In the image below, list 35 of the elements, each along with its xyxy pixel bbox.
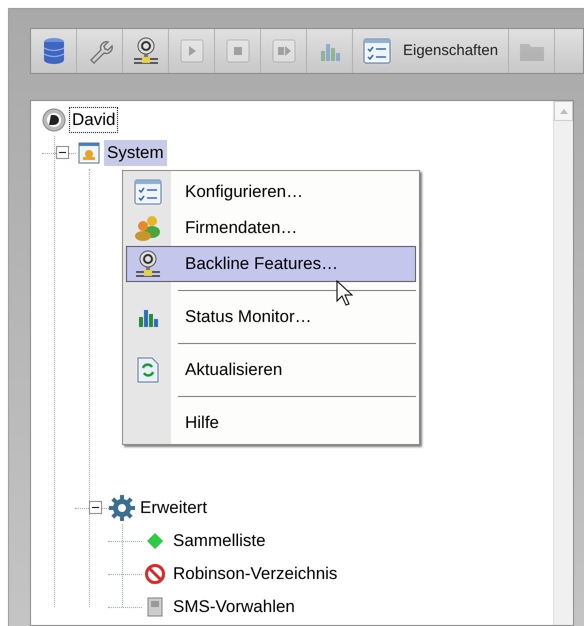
up-arrow-icon <box>560 108 568 114</box>
checklist-icon <box>134 179 162 205</box>
d-logo-icon <box>42 108 66 132</box>
menu-item[interactable]: Hilfe <box>126 405 416 441</box>
tree-item[interactable]: Robinson-Verzeichnis <box>170 560 340 586</box>
window-icon <box>78 142 100 164</box>
tree-item[interactable]: SMS-Vorwahlen <box>170 594 298 620</box>
scroll-up-button[interactable] <box>554 101 573 121</box>
phone-icon <box>146 596 164 616</box>
mouse-cursor-icon <box>336 280 354 306</box>
diamond-icon <box>145 530 165 550</box>
menu-item[interactable]: Konfigurieren… <box>126 174 416 210</box>
scrollbar[interactable] <box>553 101 573 625</box>
collapse-icon[interactable] <box>56 146 68 159</box>
tree-item[interactable]: David <box>69 106 118 132</box>
database-icon <box>42 37 66 65</box>
collapse-icon[interactable] <box>88 501 102 514</box>
people-icon <box>134 215 162 241</box>
menu-item[interactable]: Firmendaten… <box>126 210 416 246</box>
backline-icon <box>135 250 161 278</box>
properties-button[interactable]: Eigenschaften <box>353 29 510 73</box>
menu-item[interactable]: Status Monitor… <box>126 299 416 335</box>
menu-item[interactable]: Backline Features… <box>126 246 416 282</box>
menu-item[interactable]: Aktualisieren <box>126 352 416 388</box>
play-icon <box>180 39 204 63</box>
gear-icon <box>108 494 136 522</box>
no-entry-icon <box>144 562 166 584</box>
tree-item[interactable]: Erweitert <box>137 494 210 520</box>
tree-item[interactable]: Sammelliste <box>170 528 269 554</box>
tree-item[interactable]: System <box>104 140 167 166</box>
refresh-icon <box>137 357 159 383</box>
backline-icon <box>132 37 158 65</box>
checklist-icon <box>363 38 391 64</box>
stop-icon <box>226 39 250 63</box>
step-forward-icon <box>272 39 296 63</box>
